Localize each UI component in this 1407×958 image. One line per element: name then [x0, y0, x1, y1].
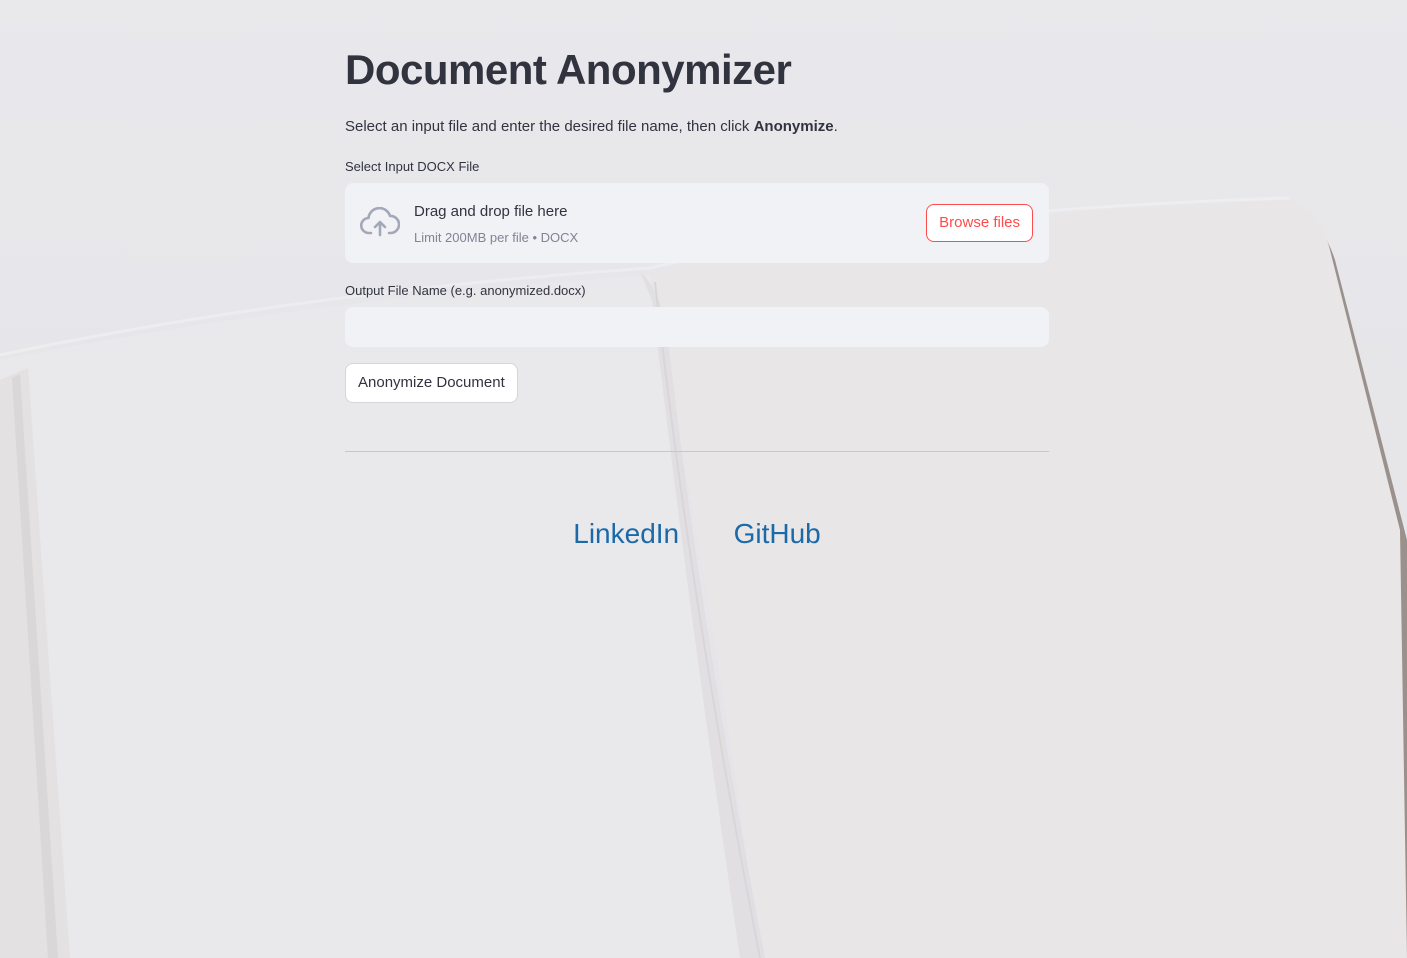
section-divider [345, 451, 1049, 452]
intro-prefix: Select an input file and enter the desir… [345, 118, 754, 135]
dropzone-title: Drag and drop file here [414, 203, 568, 220]
notebook-illustration [0, 0, 1407, 958]
intro-suffix: . [833, 118, 838, 135]
output-filename-label: Output File Name (e.g. anonymized.docx) [345, 283, 586, 298]
output-filename-input[interactable] [345, 307, 1049, 347]
background-image [0, 0, 1407, 958]
footer-links: LinkedIn GitHub [345, 518, 1049, 550]
anonymize-document-button[interactable]: Anonymize Document [345, 363, 518, 403]
file-dropzone[interactable]: Drag and drop file here Limit 200MB per … [345, 183, 1049, 263]
github-link[interactable]: GitHub [734, 518, 821, 550]
cloud-upload-icon [359, 206, 401, 239]
intro-text: Select an input file and enter the desir… [345, 118, 838, 135]
browse-files-button[interactable]: Browse files [926, 204, 1033, 242]
linkedin-link[interactable]: LinkedIn [573, 518, 679, 550]
dropzone-limit: Limit 200MB per file • DOCX [414, 230, 579, 245]
uploader-label: Select Input DOCX File [345, 159, 480, 174]
intro-bold: Anonymize [753, 118, 834, 135]
page-title: Document Anonymizer [345, 46, 792, 93]
